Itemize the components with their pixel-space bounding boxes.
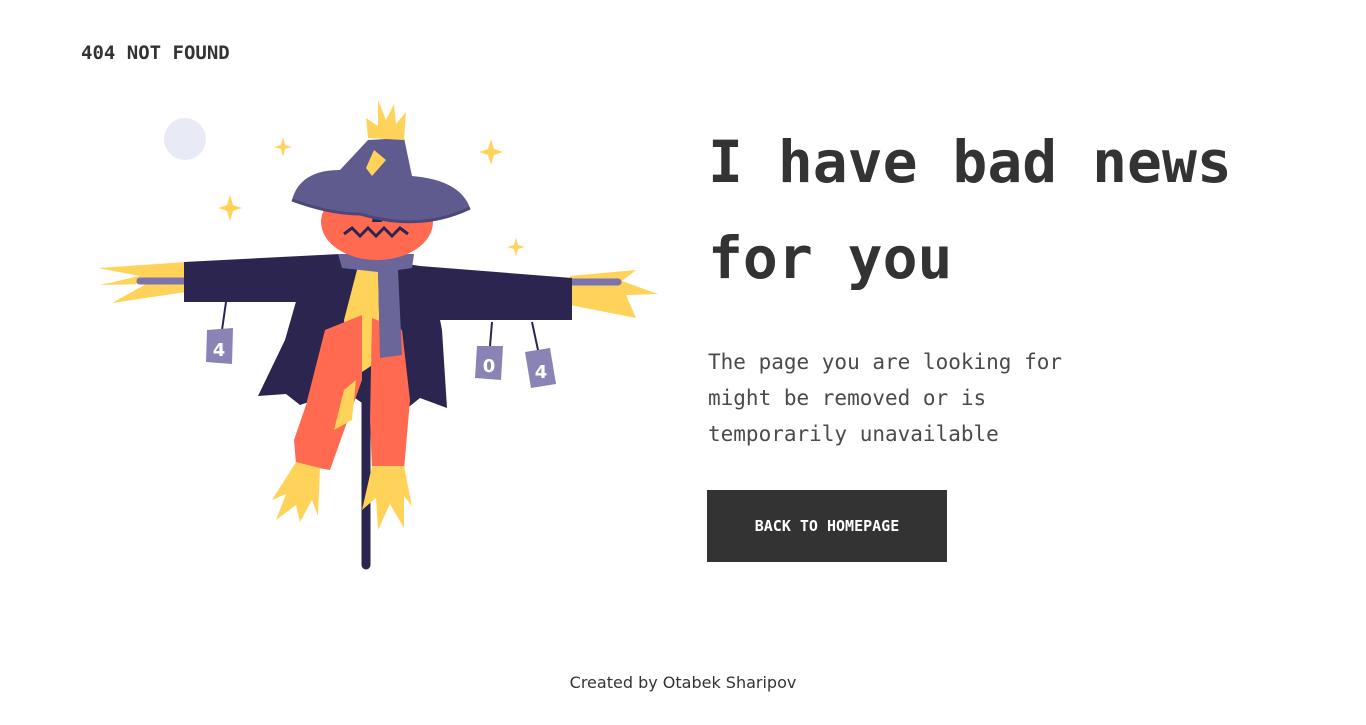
page-description: The page you are looking for might be re… — [708, 350, 1063, 446]
page-headline: I have bad news for you — [708, 128, 1232, 292]
brand-title: 404 NOT FOUND — [81, 42, 230, 64]
footer-credit: Created by Otabek Sharipov — [569, 673, 797, 692]
left-foot-straw — [272, 462, 320, 522]
scarecrow-illustration: 4 0 4 — [98, 100, 658, 570]
can-label: 4 — [213, 340, 226, 361]
back-to-homepage-button[interactable]: BACK TO HOMEPAGE — [707, 490, 947, 562]
right-hand-straw — [570, 270, 658, 318]
moon-icon — [164, 118, 206, 160]
can-label: 0 — [483, 356, 496, 377]
can-label: 4 — [535, 362, 548, 383]
